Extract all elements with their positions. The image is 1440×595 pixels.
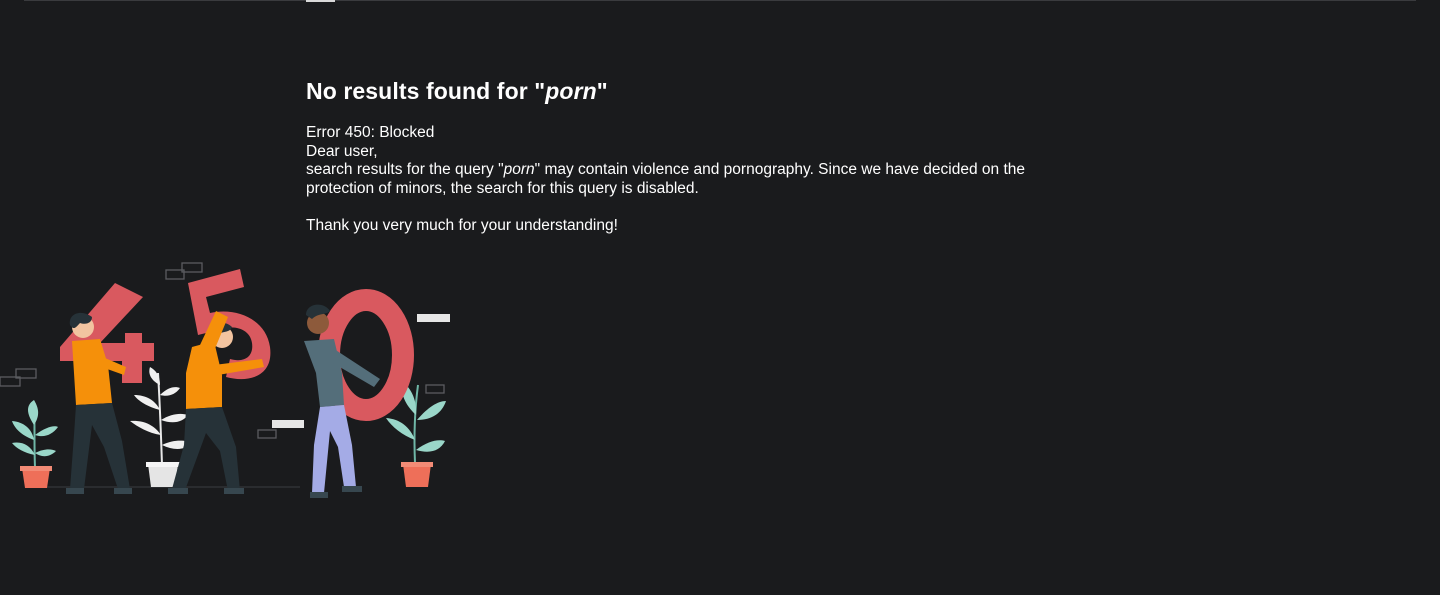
error-code-line: Error 450: Blocked [306,124,435,141]
page-title: No results found for "porn" [306,76,1106,106]
title-prefix: No results found for " [306,78,546,104]
person-two [168,311,264,494]
message-part-2: " may contain violence and pornography. … [534,161,1025,178]
error-450-people-carrying-digits-icon [0,262,450,498]
brick [425,384,445,394]
brick [257,429,277,439]
message-query: porn [503,161,535,178]
thank-you-line: Thank you very much for your understandi… [306,216,618,234]
message-line-2: protection of minors, the search for thi… [306,179,699,197]
message-body: Error 450: Blocked Dear user, search res… [306,124,1106,235]
brick [181,262,203,273]
message-part-1: search results for the query " [306,161,504,178]
blocked-search-page: No results found for "porn" Error 450: B… [0,0,1440,595]
white-brick [417,314,450,322]
message-paragraph: search results for the query "porn" may … [306,161,1106,180]
top-divider [24,0,1416,1]
message-area: No results found for "porn" Error 450: B… [306,76,1106,235]
plant-left [12,400,58,488]
active-tab-indicator [306,0,335,2]
title-suffix: " [596,78,608,104]
greeting-line: Dear user, [306,142,378,160]
white-brick [272,420,304,428]
title-query: porn [545,78,597,104]
brick [165,269,185,280]
